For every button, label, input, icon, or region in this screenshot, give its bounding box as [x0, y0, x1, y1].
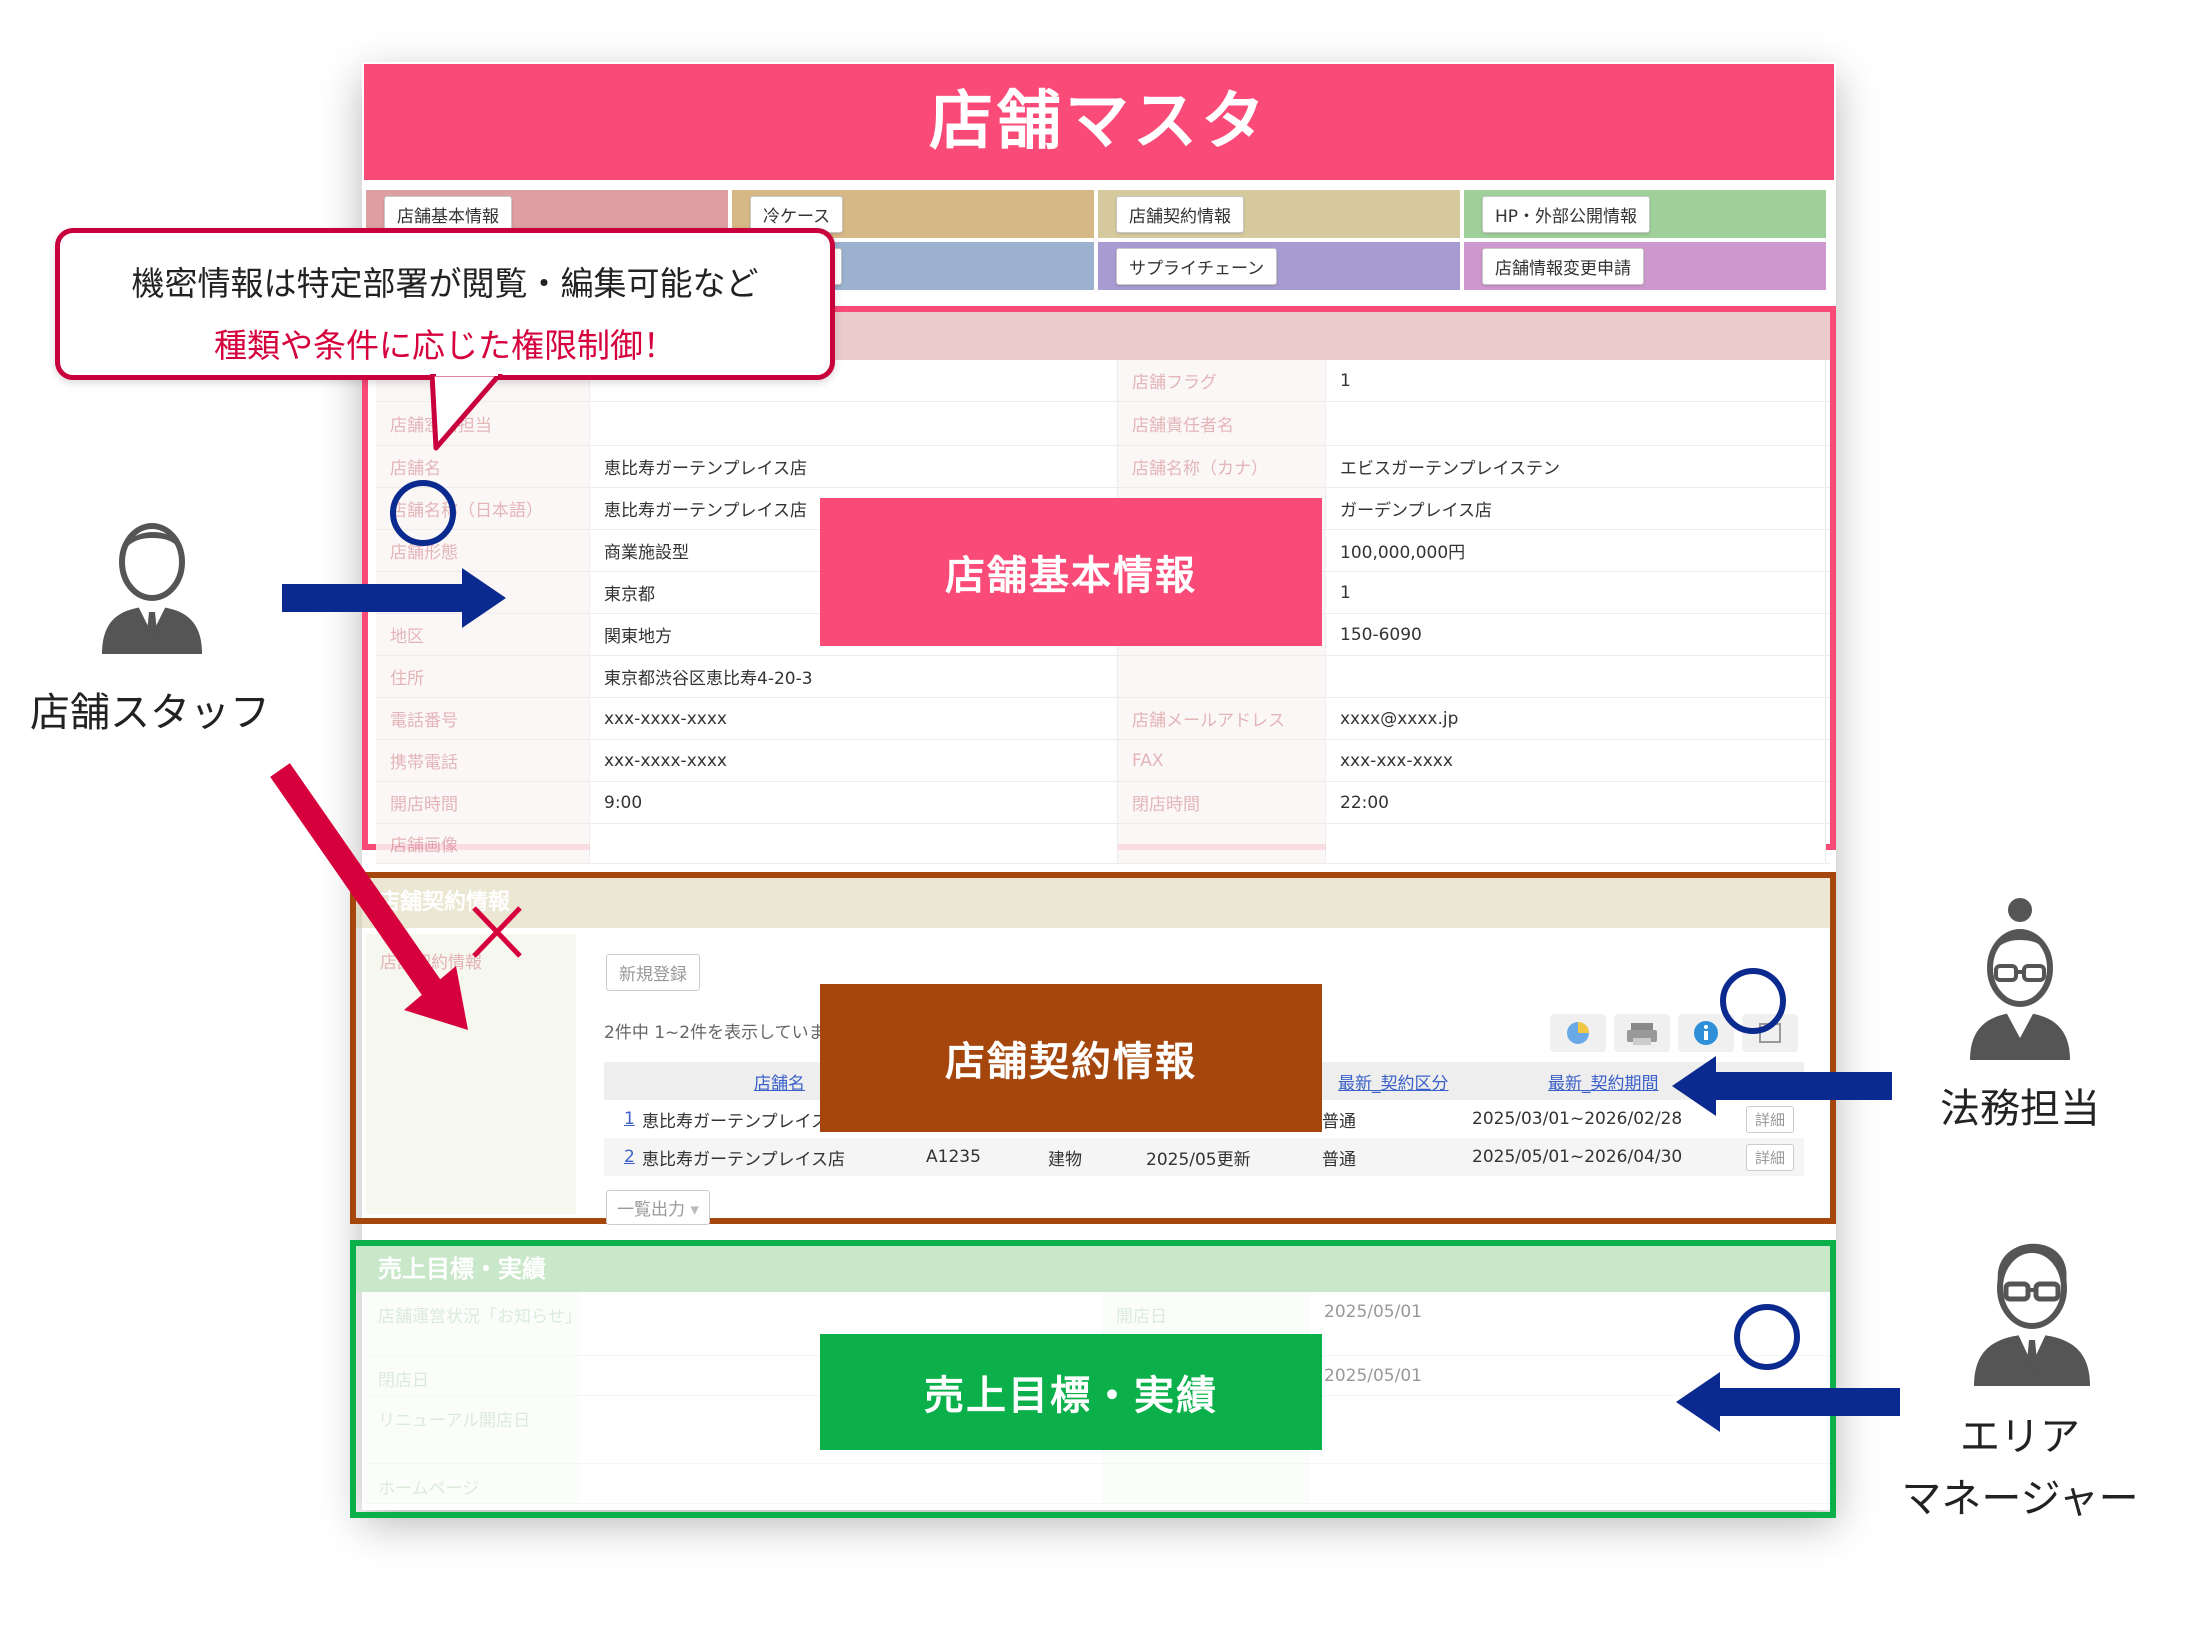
access-arrows: [270, 568, 1900, 1432]
arrow-staff-to-basic-icon: [282, 568, 506, 628]
arrow-legal-to-contract-icon: [1672, 1056, 1892, 1116]
arrow-staff-to-contract-denied-icon: [270, 763, 468, 1030]
access-denied-x-icon: [472, 906, 522, 958]
arrow-area-manager-to-sales-icon: [1676, 1372, 1900, 1432]
